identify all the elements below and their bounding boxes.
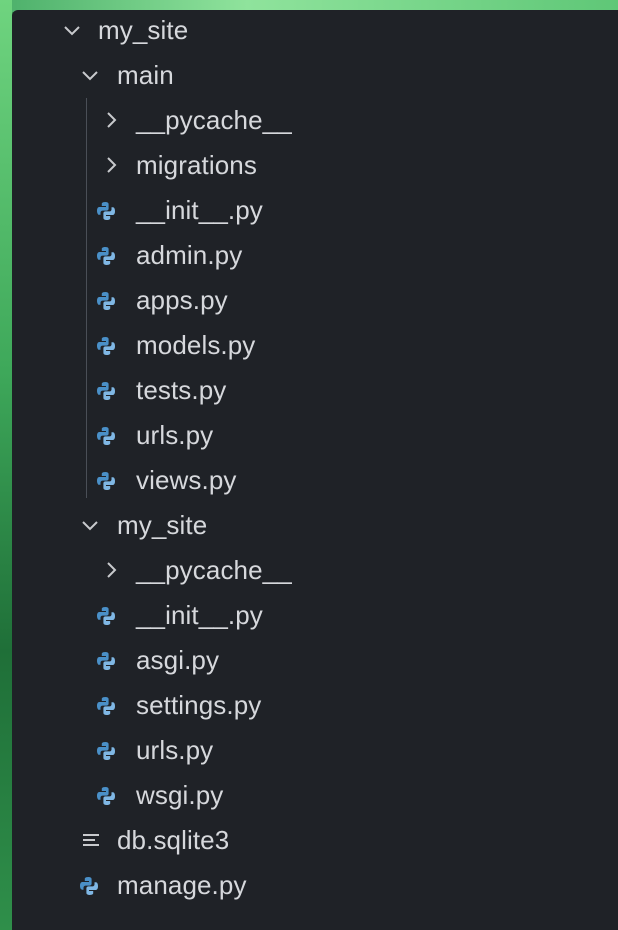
python-icon: [97, 292, 115, 310]
python-icon: [97, 607, 115, 625]
tree-item-label: __init__.py: [136, 195, 263, 225]
tree-item-label: __pycache__: [136, 555, 292, 585]
python-icon: [97, 742, 115, 760]
python-icon: [80, 877, 98, 895]
tree-item-label: wsgi.py: [136, 780, 224, 810]
tree-file-models-py[interactable]: models.py: [12, 323, 618, 368]
chevron-right-icon: [107, 112, 117, 128]
tree-item-label: urls.py: [136, 735, 214, 765]
tree-item-label: models.py: [136, 330, 256, 360]
tree-file-urls-py[interactable]: urls.py: [12, 728, 618, 773]
chevron-right-icon: [107, 157, 117, 173]
python-icon: [97, 427, 115, 445]
tree-file-db-sqlite3[interactable]: db.sqlite3: [12, 818, 618, 863]
tree-file-settings-py[interactable]: settings.py: [12, 683, 618, 728]
python-icon: [97, 652, 115, 670]
tree-file-asgi-py[interactable]: asgi.py: [12, 638, 618, 683]
python-icon: [97, 697, 115, 715]
chevron-down-icon: [82, 71, 98, 81]
lines-file-icon: [83, 834, 99, 846]
python-icon: [97, 247, 115, 265]
tree-file-views-py[interactable]: views.py: [12, 458, 618, 503]
python-icon: [97, 337, 115, 355]
tree-folder-my-site-inner[interactable]: my_site: [12, 503, 618, 548]
python-icon: [97, 382, 115, 400]
tree-item-label: views.py: [136, 465, 237, 495]
file-explorer-panel: my_site main __pycache__ migrations __in…: [12, 10, 618, 930]
tree-item-label: admin.py: [136, 240, 243, 270]
tree-folder-migrations[interactable]: migrations: [12, 143, 618, 188]
tree-item-label: my_site: [98, 15, 189, 45]
tree-folder-pycache[interactable]: __pycache__: [12, 548, 618, 593]
tree-item-label: __pycache__: [136, 105, 292, 135]
chevron-down-icon: [64, 26, 80, 36]
python-icon: [97, 787, 115, 805]
tree-item-label: db.sqlite3: [117, 825, 230, 855]
tree-file-admin-py[interactable]: admin.py: [12, 233, 618, 278]
tree-file-init-py[interactable]: __init__.py: [12, 593, 618, 638]
background-strip-left: [0, 0, 12, 930]
tree-folder-pycache[interactable]: __pycache__: [12, 98, 618, 143]
tree-item-label: __init__.py: [136, 600, 263, 630]
tree-item-label: manage.py: [117, 870, 247, 900]
tree-item-label: main: [117, 60, 174, 90]
python-icon: [97, 202, 115, 220]
chevron-down-icon: [82, 521, 98, 531]
tree-item-label: apps.py: [136, 285, 228, 315]
python-icon: [97, 472, 115, 490]
tree-item-label: migrations: [136, 150, 257, 180]
tree-item-label: urls.py: [136, 420, 214, 450]
tree-file-tests-py[interactable]: tests.py: [12, 368, 618, 413]
tree-file-init-py[interactable]: __init__.py: [12, 188, 618, 233]
tree-item-label: my_site: [117, 510, 208, 540]
tree-item-label: tests.py: [136, 375, 227, 405]
tree-item-label: asgi.py: [136, 645, 220, 675]
tree-file-wsgi-py[interactable]: wsgi.py: [12, 773, 618, 818]
tree-folder-my-site-root[interactable]: my_site: [12, 8, 618, 53]
tree-item-label: settings.py: [136, 690, 262, 720]
tree-file-urls-py[interactable]: urls.py: [12, 413, 618, 458]
tree-folder-main[interactable]: main: [12, 53, 618, 98]
chevron-right-icon: [107, 562, 117, 578]
tree-file-apps-py[interactable]: apps.py: [12, 278, 618, 323]
tree-file-manage-py[interactable]: manage.py: [12, 863, 618, 908]
